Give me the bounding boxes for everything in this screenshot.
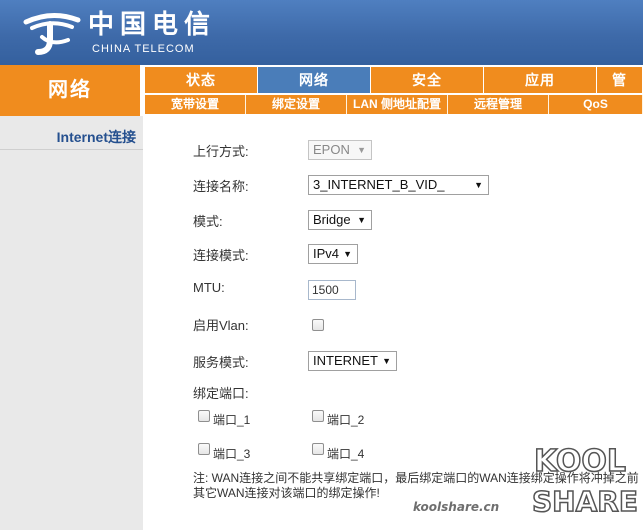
header-banner: 中国电信 CHINA TELECOM xyxy=(0,0,643,65)
connection-mode-label: 连接模式: xyxy=(193,248,249,263)
sidebar: Internet连接 xyxy=(0,116,143,530)
connection-mode-select[interactable]: IPv4 ▼ xyxy=(308,244,358,264)
uplink-mode-label: 上行方式: xyxy=(193,144,249,159)
uplink-mode-select[interactable]: EPON ▼ xyxy=(308,140,372,160)
port-1-checkbox[interactable] xyxy=(198,410,210,422)
chevron-down-icon: ▼ xyxy=(474,180,483,190)
chevron-down-icon: ▼ xyxy=(357,145,366,155)
port-2-label: 端口_2 xyxy=(327,413,365,427)
enable-vlan-label: 启用Vlan: xyxy=(193,318,249,333)
tab-security[interactable]: 安全 xyxy=(371,67,484,93)
section-title: 网络 xyxy=(0,65,140,116)
subtab-binding-settings[interactable]: 绑定设置 xyxy=(246,95,347,114)
subtab-lan-address-config[interactable]: LAN 侧地址配置 xyxy=(347,95,448,114)
connection-mode-value: IPv4 xyxy=(313,246,340,261)
mode-select[interactable]: Bridge ▼ xyxy=(308,210,372,230)
navigation-bar: 网络 状态 网络 安全 应用 管 宽带设置 绑定设置 LAN 侧地址配置 远程管… xyxy=(0,65,643,116)
mode-label: 模式: xyxy=(193,214,223,229)
sub-tabs: 宽带设置 绑定设置 LAN 侧地址配置 远程管理 QoS xyxy=(145,95,643,114)
subtab-qos[interactable]: QoS xyxy=(549,95,643,114)
main-tabs: 状态 网络 安全 应用 管 xyxy=(145,67,643,93)
tab-application[interactable]: 应用 xyxy=(484,67,597,93)
service-mode-select[interactable]: INTERNET ▼ xyxy=(308,351,397,371)
mtu-label: MTU: xyxy=(193,280,225,295)
watermark-logo-top: KOOL xyxy=(534,444,626,479)
logo-chinese-text: 中国电信 xyxy=(88,10,217,40)
port-2-checkbox[interactable] xyxy=(312,410,324,422)
port-3-label: 端口_3 xyxy=(213,447,251,461)
port-4-label: 端口_4 xyxy=(327,447,365,461)
tab-management[interactable]: 管 xyxy=(597,67,643,93)
chevron-down-icon: ▼ xyxy=(357,215,366,225)
connection-name-label: 连接名称: xyxy=(193,179,249,194)
watermark-logo-bottom: SHARE xyxy=(532,485,638,518)
uplink-mode-value: EPON xyxy=(313,142,350,157)
chevron-down-icon: ▼ xyxy=(382,356,391,366)
port-3-checkbox[interactable] xyxy=(198,443,210,455)
logo-english-text: CHINA TELECOM xyxy=(92,43,195,55)
port-1-label: 端口_1 xyxy=(213,413,251,427)
service-mode-value: INTERNET xyxy=(313,353,378,368)
service-mode-label: 服务模式: xyxy=(193,355,249,370)
subtab-remote-management[interactable]: 远程管理 xyxy=(448,95,549,114)
chevron-down-icon: ▼ xyxy=(343,249,352,259)
mtu-input[interactable]: 1500 xyxy=(308,280,356,300)
china-telecom-logo: 中国电信 CHINA TELECOM xyxy=(22,8,222,58)
enable-vlan-checkbox[interactable] xyxy=(312,319,324,331)
watermark-site-text: koolshare.cn xyxy=(413,500,500,514)
bind-port-label: 绑定端口: xyxy=(193,386,249,401)
subtab-broadband-settings[interactable]: 宽带设置 xyxy=(145,95,246,114)
china-telecom-logo-icon xyxy=(23,13,81,55)
port-4-checkbox[interactable] xyxy=(312,443,324,455)
sidebar-item-internet-connection[interactable]: Internet连接 xyxy=(0,124,143,150)
connection-name-value: 3_INTERNET_B_VID_ xyxy=(313,177,445,192)
mode-value: Bridge xyxy=(313,212,351,227)
koolshare-watermark-logo: KOOL SHARE xyxy=(531,443,638,519)
tab-network[interactable]: 网络 xyxy=(258,67,371,93)
tab-status[interactable]: 状态 xyxy=(145,67,258,93)
connection-name-select[interactable]: 3_INTERNET_B_VID_ ▼ xyxy=(308,175,489,195)
